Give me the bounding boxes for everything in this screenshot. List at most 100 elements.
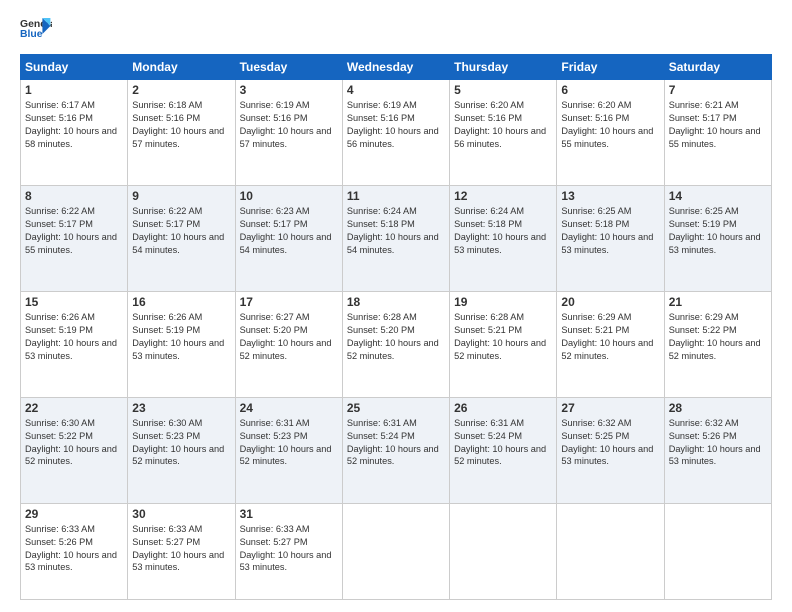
day-number: 18 (347, 295, 445, 309)
calendar-cell: 25 Sunrise: 6:31 AMSunset: 5:24 PMDayligh… (342, 397, 449, 503)
calendar-cell: 18 Sunrise: 6:28 AMSunset: 5:20 PMDayligh… (342, 291, 449, 397)
cell-text: Sunrise: 6:25 AMSunset: 5:18 PMDaylight:… (561, 205, 659, 257)
weekday-thursday: Thursday (450, 55, 557, 80)
cell-text: Sunrise: 6:26 AMSunset: 5:19 PMDaylight:… (132, 311, 230, 363)
calendar-cell: 31 Sunrise: 6:33 AMSunset: 5:27 PMDayligh… (235, 503, 342, 599)
cell-text: Sunrise: 6:24 AMSunset: 5:18 PMDaylight:… (454, 205, 552, 257)
weekday-friday: Friday (557, 55, 664, 80)
cell-text: Sunrise: 6:27 AMSunset: 5:20 PMDaylight:… (240, 311, 338, 363)
calendar-cell: 16 Sunrise: 6:26 AMSunset: 5:19 PMDayligh… (128, 291, 235, 397)
svg-text:Blue: Blue (20, 29, 43, 40)
day-number: 13 (561, 189, 659, 203)
day-number: 26 (454, 401, 552, 415)
day-number: 24 (240, 401, 338, 415)
cell-text: Sunrise: 6:19 AMSunset: 5:16 PMDaylight:… (347, 99, 445, 151)
calendar-cell: 15Sunrise: 6:26 AMSunset: 5:19 PMDayligh… (21, 291, 128, 397)
cell-text: Sunrise: 6:21 AMSunset: 5:17 PMDaylight:… (669, 99, 767, 151)
day-number: 8 (25, 189, 123, 203)
calendar-cell: 27 Sunrise: 6:32 AMSunset: 5:25 PMDayligh… (557, 397, 664, 503)
cell-text: Sunrise: 6:20 AMSunset: 5:16 PMDaylight:… (561, 99, 659, 151)
calendar-cell: 30 Sunrise: 6:33 AMSunset: 5:27 PMDayligh… (128, 503, 235, 599)
cell-text: Sunrise: 6:29 AMSunset: 5:21 PMDaylight:… (561, 311, 659, 363)
day-number: 9 (132, 189, 230, 203)
calendar-cell (557, 503, 664, 599)
weekday-sunday: Sunday (21, 55, 128, 80)
cell-text: Sunrise: 6:24 AMSunset: 5:18 PMDaylight:… (347, 205, 445, 257)
day-number: 6 (561, 83, 659, 97)
day-number: 11 (347, 189, 445, 203)
weekday-header-row: SundayMondayTuesdayWednesdayThursdayFrid… (21, 55, 772, 80)
day-number: 22 (25, 401, 123, 415)
calendar-cell: 19Sunrise: 6:28 AMSunset: 5:21 PMDayligh… (450, 291, 557, 397)
weekday-saturday: Saturday (664, 55, 771, 80)
cell-text: Sunrise: 6:25 AMSunset: 5:19 PMDaylight:… (669, 205, 767, 257)
cell-text: Sunrise: 6:32 AMSunset: 5:26 PMDaylight:… (669, 417, 767, 469)
cell-text: Sunrise: 6:33 AMSunset: 5:27 PMDaylight:… (132, 523, 230, 575)
cell-text: Sunrise: 6:33 AMSunset: 5:26 PMDaylight:… (25, 523, 123, 575)
day-number: 17 (240, 295, 338, 309)
day-number: 3 (240, 83, 338, 97)
cell-text: Sunrise: 6:33 AMSunset: 5:27 PMDaylight:… (240, 523, 338, 575)
logo-icon: General Blue (20, 16, 52, 44)
cell-text: Sunrise: 6:19 AMSunset: 5:16 PMDaylight:… (240, 99, 338, 151)
cell-text: Sunrise: 6:20 AMSunset: 5:16 PMDaylight:… (454, 99, 552, 151)
day-number: 31 (240, 507, 338, 521)
cell-text: Sunrise: 6:22 AMSunset: 5:17 PMDaylight:… (25, 205, 123, 257)
cell-text: Sunrise: 6:31 AMSunset: 5:24 PMDaylight:… (347, 417, 445, 469)
calendar-cell: 20 Sunrise: 6:29 AMSunset: 5:21 PMDayligh… (557, 291, 664, 397)
calendar-cell: 24 Sunrise: 6:31 AMSunset: 5:23 PMDayligh… (235, 397, 342, 503)
cell-text: Sunrise: 6:18 AMSunset: 5:16 PMDaylight:… (132, 99, 230, 151)
cell-text: Sunrise: 6:31 AMSunset: 5:23 PMDaylight:… (240, 417, 338, 469)
calendar-cell: 4 Sunrise: 6:19 AMSunset: 5:16 PMDaylight… (342, 80, 449, 186)
calendar-cell: 29 Sunrise: 6:33 AMSunset: 5:26 PMDayligh… (21, 503, 128, 599)
calendar-cell: 2 Sunrise: 6:18 AMSunset: 5:16 PMDaylight… (128, 80, 235, 186)
day-number: 20 (561, 295, 659, 309)
day-number: 4 (347, 83, 445, 97)
calendar-cell: 13 Sunrise: 6:25 AMSunset: 5:18 PMDayligh… (557, 185, 664, 291)
cell-text: Sunrise: 6:31 AMSunset: 5:24 PMDaylight:… (454, 417, 552, 469)
calendar-week-2: 15 Sunrise: 6:26 AMSunset: 5:19 PMDayligh… (21, 291, 772, 397)
calendar-cell: 26 Sunrise: 6:31 AMSunset: 5:24 PMDayligh… (450, 397, 557, 503)
calendar-cell: 17 Sunrise: 6:27 AMSunset: 5:20 PMDayligh… (235, 291, 342, 397)
calendar-cell: 11 Sunrise: 6:24 AMSunset: 5:18 PMDayligh… (342, 185, 449, 291)
calendar-cell (450, 503, 557, 599)
calendar-cell: 7 Sunrise: 6:21 AMSunset: 5:17 PMDaylight… (664, 80, 771, 186)
day-number: 10 (240, 189, 338, 203)
cell-text: Sunrise: 6:30 AMSunset: 5:23 PMDaylight:… (132, 417, 230, 469)
cell-text: Sunrise: 6:28 AMSunset: 5:21 PMDaylight:… (454, 311, 552, 363)
calendar-cell: 21Sunrise: 6:29 AMSunset: 5:22 PMDayligh… (664, 291, 771, 397)
weekday-tuesday: Tuesday (235, 55, 342, 80)
calendar-week-0: 1 Sunrise: 6:17 AMSunset: 5:16 PMDaylight… (21, 80, 772, 186)
day-number: 7 (669, 83, 767, 97)
calendar-week-1: 8 Sunrise: 6:22 AMSunset: 5:17 PMDaylight… (21, 185, 772, 291)
day-number: 28 (669, 401, 767, 415)
day-number: 16 (132, 295, 230, 309)
calendar-cell: 5 Sunrise: 6:20 AMSunset: 5:16 PMDaylight… (450, 80, 557, 186)
calendar-week-4: 29 Sunrise: 6:33 AMSunset: 5:26 PMDayligh… (21, 503, 772, 599)
calendar-cell: 6 Sunrise: 6:20 AMSunset: 5:16 PMDaylight… (557, 80, 664, 186)
cell-text: Sunrise: 6:32 AMSunset: 5:25 PMDaylight:… (561, 417, 659, 469)
day-number: 14 (669, 189, 767, 203)
day-number: 30 (132, 507, 230, 521)
logo: General Blue (20, 16, 52, 44)
day-number: 23 (132, 401, 230, 415)
cell-text: Sunrise: 6:17 AMSunset: 5:16 PMDaylight:… (25, 99, 123, 151)
day-number: 15 (25, 295, 123, 309)
day-number: 25 (347, 401, 445, 415)
cell-text: Sunrise: 6:28 AMSunset: 5:20 PMDaylight:… (347, 311, 445, 363)
day-number: 2 (132, 83, 230, 97)
day-number: 12 (454, 189, 552, 203)
day-number: 27 (561, 401, 659, 415)
day-number: 1 (25, 83, 123, 97)
day-number: 29 (25, 507, 123, 521)
calendar-cell (342, 503, 449, 599)
calendar-table: SundayMondayTuesdayWednesdayThursdayFrid… (20, 54, 772, 600)
day-number: 5 (454, 83, 552, 97)
weekday-wednesday: Wednesday (342, 55, 449, 80)
calendar-cell: 8 Sunrise: 6:22 AMSunset: 5:17 PMDaylight… (21, 185, 128, 291)
header: General Blue (20, 16, 772, 44)
page: General Blue SundayMondayTuesdayWednesda… (0, 0, 792, 612)
calendar-week-3: 22Sunrise: 6:30 AMSunset: 5:22 PMDayligh… (21, 397, 772, 503)
cell-text: Sunrise: 6:22 AMSunset: 5:17 PMDaylight:… (132, 205, 230, 257)
calendar-cell: 23 Sunrise: 6:30 AMSunset: 5:23 PMDayligh… (128, 397, 235, 503)
